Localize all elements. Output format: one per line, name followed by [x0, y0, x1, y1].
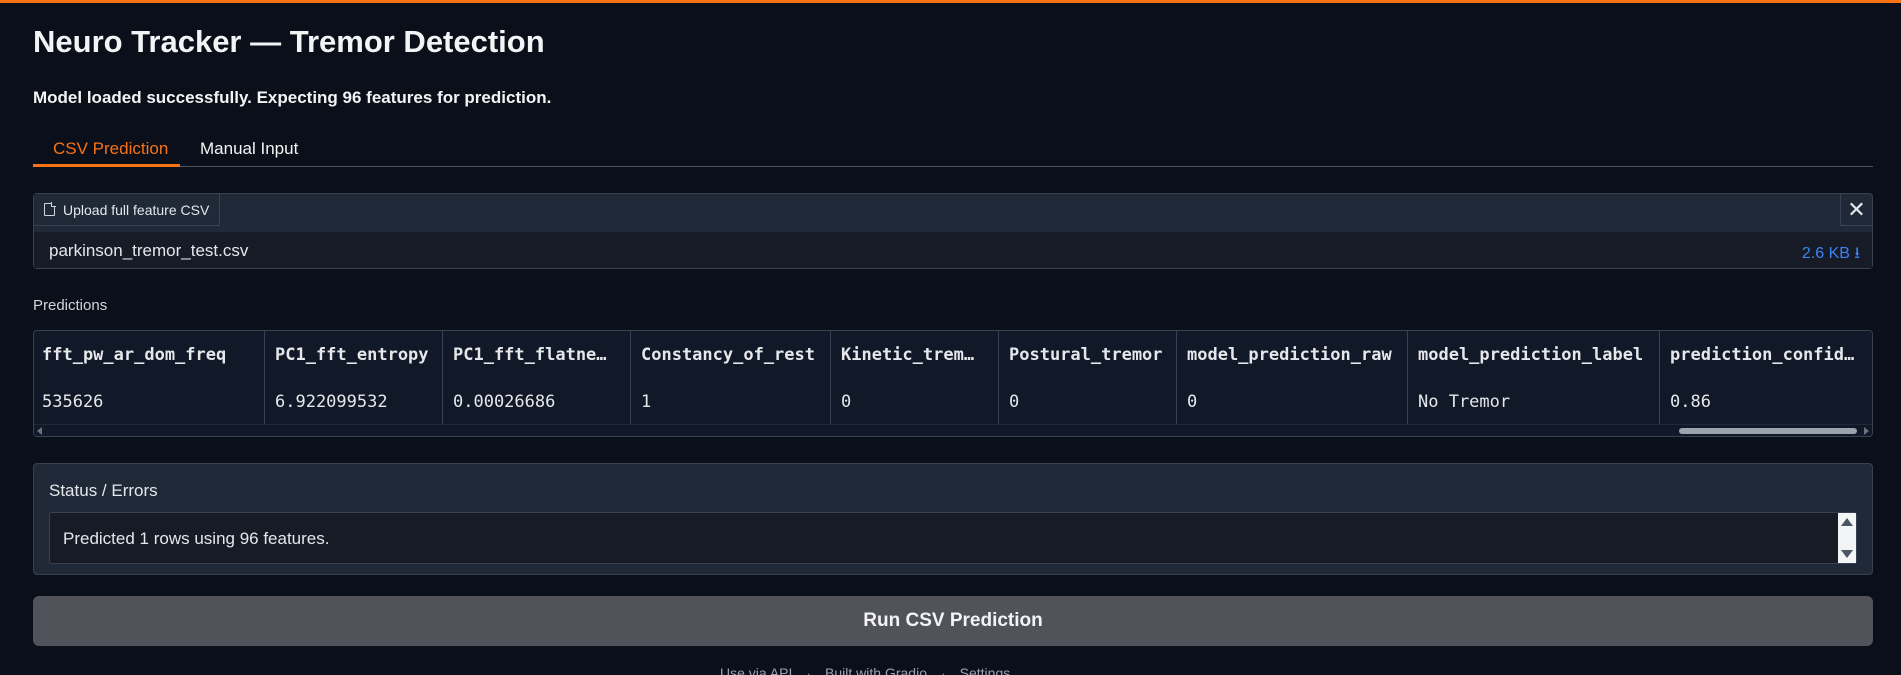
- predictions-label: Predictions: [33, 297, 108, 314]
- table-cell[interactable]: 0: [1177, 379, 1408, 425]
- column-header[interactable]: PC1_fft_flatne…: [443, 331, 631, 379]
- table-horizontal-scrollbar[interactable]: [34, 424, 1872, 436]
- footer: Use via API · Built with Gradio · Settin…: [720, 665, 1010, 675]
- table-cell[interactable]: 0: [831, 379, 999, 425]
- tab-manual-input[interactable]: Manual Input: [200, 139, 298, 159]
- table-cell[interactable]: 535626: [34, 379, 265, 425]
- table-cell[interactable]: 1: [631, 379, 831, 425]
- scroll-left-icon[interactable]: [37, 427, 42, 435]
- column-header[interactable]: PC1_fft_entropy: [265, 331, 443, 379]
- close-icon: ✕: [1847, 196, 1866, 222]
- column-header[interactable]: prediction_confiden…: [1660, 331, 1872, 379]
- run-csv-prediction-button[interactable]: Run CSV Prediction: [33, 596, 1873, 646]
- column-header[interactable]: model_prediction_label: [1408, 331, 1660, 379]
- column-header[interactable]: fft_pw_ar_dom_freq: [34, 331, 265, 379]
- upload-label: Upload full feature CSV: [34, 194, 221, 226]
- footer-api-link[interactable]: Use via API: [720, 665, 792, 675]
- column-header[interactable]: model_prediction_raw: [1177, 331, 1408, 379]
- footer-settings-link[interactable]: Settings: [960, 665, 1011, 675]
- tab-csv-prediction[interactable]: CSV Prediction: [53, 139, 168, 159]
- footer-separator: ·: [940, 665, 946, 675]
- model-status-message: Model loaded successfully. Expecting 96 …: [33, 88, 552, 107]
- table-cell[interactable]: 0.86: [1660, 379, 1872, 425]
- upload-label-text: Upload full feature CSV: [63, 201, 210, 218]
- uploaded-file-row: parkinson_tremor_test.csv 2.6 KB ⭳: [34, 232, 1872, 268]
- file-upload-panel: Upload full feature CSV ✕ parkinson_trem…: [33, 193, 1873, 269]
- top-accent-bar: [0, 0, 1901, 3]
- status-panel: Status / Errors Predicted 1 rows using 9…: [33, 463, 1873, 575]
- predictions-table: fft_pw_ar_dom_freq PC1_fft_entropy PC1_f…: [33, 330, 1873, 437]
- clear-file-button[interactable]: ✕: [1840, 194, 1872, 226]
- tab-bar: CSV Prediction Manual Input: [33, 133, 1873, 167]
- table-cell[interactable]: 0.00026686: [443, 379, 631, 425]
- table-cell[interactable]: No Tremor: [1408, 379, 1660, 425]
- uploaded-file-name: parkinson_tremor_test.csv: [49, 241, 249, 260]
- scroll-down-icon[interactable]: [1841, 550, 1853, 558]
- status-label: Status / Errors: [49, 481, 158, 500]
- status-text: Predicted 1 rows using 96 features.: [63, 529, 330, 548]
- footer-gradio-link[interactable]: Built with Gradio: [825, 665, 927, 675]
- column-header[interactable]: Postural_tremor: [999, 331, 1177, 379]
- status-output[interactable]: Predicted 1 rows using 96 features.: [49, 512, 1857, 564]
- table-cell[interactable]: 0: [999, 379, 1177, 425]
- page-title: Neuro Tracker — Tremor Detection: [33, 24, 545, 59]
- download-file-link[interactable]: 2.6 KB ⭳: [1802, 242, 1860, 269]
- status-vertical-scrollbar[interactable]: [1838, 513, 1856, 563]
- footer-separator: ·: [806, 665, 812, 675]
- active-tab-indicator: [33, 164, 180, 167]
- column-header[interactable]: Constancy_of_rest: [631, 331, 831, 379]
- file-icon: [44, 202, 56, 216]
- scroll-up-icon[interactable]: [1841, 518, 1853, 526]
- column-header[interactable]: Kinetic_trem…: [831, 331, 999, 379]
- table-cell[interactable]: 6.922099532: [265, 379, 443, 425]
- scrollbar-thumb[interactable]: [1679, 428, 1857, 434]
- scroll-right-icon[interactable]: [1864, 427, 1869, 435]
